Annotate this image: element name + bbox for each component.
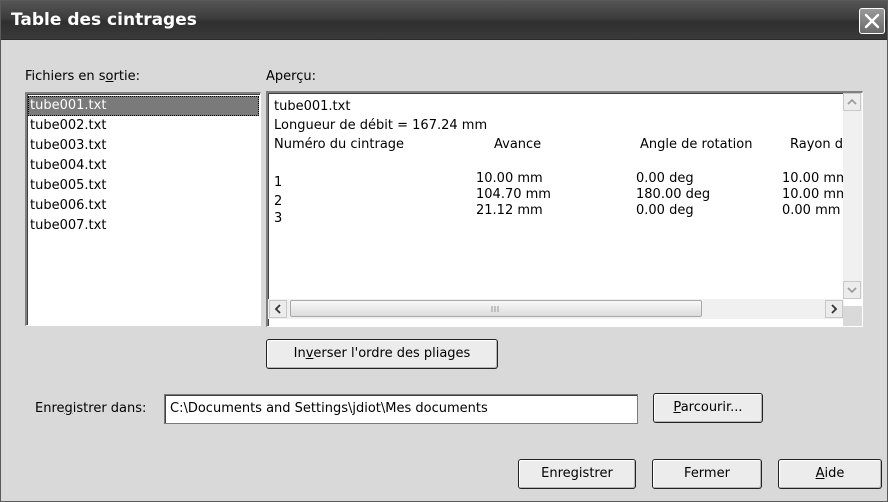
chevron-up-icon xyxy=(847,98,857,105)
save-in-label: Enregistrer dans: xyxy=(35,401,147,416)
save-path-field[interactable]: C:\Documents and Settings\jdiot\Mes docu… xyxy=(164,394,638,424)
scroll-down-button[interactable] xyxy=(843,281,861,299)
dialog-window: Table des cintrages Fichiers en sortie: … xyxy=(0,0,888,502)
title-bar[interactable]: Table des cintrages xyxy=(1,1,887,40)
output-files-label: Fichiers en sortie: xyxy=(25,69,140,84)
preview-cell: 180.00 deg xyxy=(636,187,711,202)
file-list-item[interactable]: tube001.txt xyxy=(28,96,259,116)
preview-cell: 1 xyxy=(274,175,283,190)
preview-header-feed: Avance xyxy=(494,137,542,152)
file-list-item[interactable]: tube005.txt xyxy=(28,176,259,196)
save-button[interactable]: Enregistrer xyxy=(518,459,636,489)
file-list-item[interactable]: tube006.txt xyxy=(28,196,259,216)
preview-horizontal-scrollbar[interactable] xyxy=(268,299,844,319)
close-dialog-button[interactable]: Fermer xyxy=(652,459,762,489)
help-button[interactable]: Aide xyxy=(778,459,882,489)
file-list-item[interactable]: tube007.txt xyxy=(28,216,259,236)
preview-cell: 10.00 mm xyxy=(782,187,849,202)
output-files-list[interactable]: tube001.txt tube002.txt tube003.txt tube004… xyxy=(25,92,261,326)
reverse-bend-order-button[interactable]: Inverser l'ordre des pliages xyxy=(266,339,498,369)
browse-button[interactable]: Parcourir... xyxy=(653,393,763,423)
chevron-right-icon xyxy=(831,304,838,314)
scroll-up-button[interactable] xyxy=(843,93,861,111)
horizontal-scroll-thumb[interactable] xyxy=(290,300,702,317)
preview-cell: 0.00 deg xyxy=(636,171,694,186)
preview-cell: 10.00 mm xyxy=(476,171,543,186)
grip-icon xyxy=(491,306,499,312)
preview-header-bend-number: Numéro du cintrage xyxy=(274,137,405,152)
preview-pane[interactable]: tube001.txt Longueur de débit = 167.24 m… xyxy=(266,91,863,327)
close-icon xyxy=(864,13,880,29)
preview-content: tube001.txt Longueur de débit = 167.24 m… xyxy=(272,99,860,295)
scroll-left-button[interactable] xyxy=(269,300,287,318)
preview-cell: 0.00 deg xyxy=(636,203,694,218)
chevron-down-icon xyxy=(847,287,857,294)
preview-cell: 104.70 mm xyxy=(476,187,551,202)
preview-cell: 3 xyxy=(274,211,283,226)
preview-filename: tube001.txt xyxy=(274,99,351,114)
preview-header-rotation: Angle de rotation xyxy=(640,137,753,152)
file-list-item[interactable]: tube003.txt xyxy=(28,136,259,156)
chevron-left-icon xyxy=(274,304,281,314)
preview-cut-length: Longueur de débit = 167.24 mm xyxy=(274,118,488,133)
preview-vertical-scrollbar[interactable] xyxy=(843,93,862,299)
scrollbar-corner xyxy=(843,306,862,326)
preview-cell: 10.00 mm xyxy=(782,171,849,186)
preview-cell: 2 xyxy=(274,194,283,209)
file-list-item[interactable]: tube004.txt xyxy=(28,156,259,176)
close-button[interactable] xyxy=(859,8,885,34)
preview-cell: 21.12 mm xyxy=(476,203,543,218)
scroll-right-button[interactable] xyxy=(825,300,843,318)
preview-header-radius: Rayon de xyxy=(790,137,851,152)
preview-label: Aperçu: xyxy=(266,69,316,84)
preview-cell: 0.00 mm xyxy=(782,203,841,218)
window-title: Table des cintrages xyxy=(11,10,197,30)
file-list-item[interactable]: tube002.txt xyxy=(28,116,259,136)
